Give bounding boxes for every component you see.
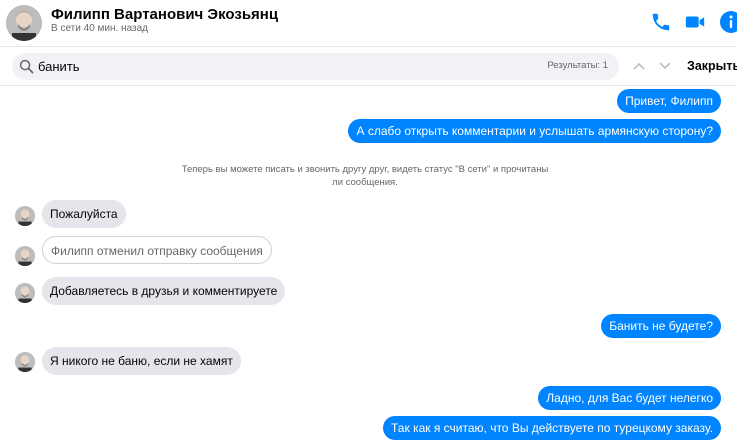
contact-avatar-small[interactable] [15, 206, 35, 226]
message-outgoing[interactable]: А слабо открыть комментарии и услышать а… [348, 119, 721, 143]
message-incoming[interactable]: Я никого не баню, если не хамят [42, 347, 241, 375]
chat-header: Филипп Вартанович Экозьянц В сети 40 мин… [0, 0, 737, 46]
contact-avatar-small[interactable] [15, 283, 35, 303]
contact-name[interactable]: Филипп Вартанович Экозьянц [51, 6, 278, 23]
message-outgoing[interactable]: Привет, Филипп [617, 89, 721, 113]
system-notice: Теперь вы можете писать и звонить другу … [181, 164, 549, 188]
message-outgoing[interactable]: Банить не будете? [601, 314, 721, 338]
search-input[interactable] [38, 57, 498, 76]
info-icon[interactable] [719, 10, 737, 34]
phone-icon[interactable] [650, 11, 672, 33]
search-results-count: Результаты: 1 [547, 60, 608, 71]
search-box: Результаты: 1 [12, 53, 619, 80]
search-bar: Результаты: 1 Закрыть [0, 47, 737, 85]
video-call-icon[interactable] [684, 11, 706, 33]
chevron-up-icon[interactable] [633, 62, 645, 70]
close-search-button[interactable]: Закрыть [687, 59, 737, 73]
contact-status: В сети 40 мин. назад [51, 23, 149, 34]
chevron-down-icon[interactable] [659, 62, 671, 70]
message-incoming[interactable]: Пожалуйста [42, 200, 126, 228]
search-divider [0, 85, 737, 86]
contact-avatar-small[interactable] [15, 352, 35, 372]
contact-avatar[interactable] [6, 5, 42, 41]
message-incoming[interactable]: Добавляетесь в друзья и комментируете [42, 277, 286, 305]
message-outgoing[interactable]: Ладно, для Вас будет нелегко [538, 386, 721, 410]
search-icon [19, 59, 34, 74]
message-unsent: Филипп отменил отправку сообщения [42, 236, 272, 264]
contact-avatar-small[interactable] [15, 246, 35, 266]
message-outgoing[interactable]: Так как я считаю, что Вы действуете по т… [383, 416, 721, 440]
